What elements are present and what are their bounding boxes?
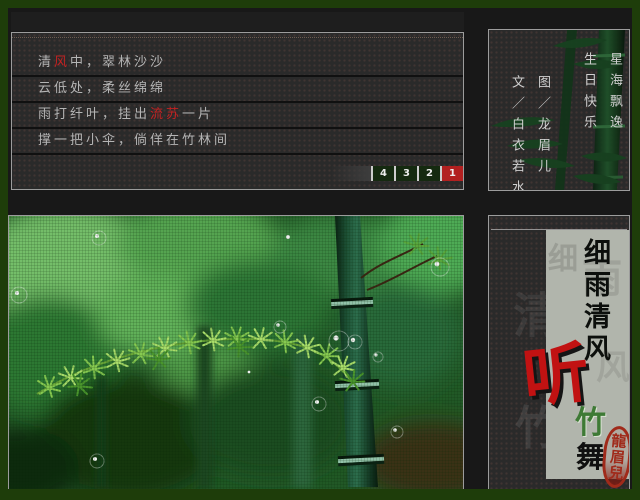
credits-panel: 星海飘逸 生日快乐 图／龙眉儿 文／白衣若水: [488, 29, 630, 191]
bamboo-photo: [8, 194, 505, 489]
credit-col-starsea: 星海飘逸: [607, 52, 622, 136]
poem-line-1[interactable]: 清风中，翠林沙沙: [12, 51, 463, 77]
calligraphy-listen-char: 听: [519, 332, 593, 418]
bamboo-char: 竹: [575, 405, 606, 441]
poem-text: 清: [38, 55, 55, 70]
poem-panel: 清风中，翠林沙沙 云低处，柔丝绵绵 雨打纤叶，挂出流苏一片 撑一把小伞，倘佯在竹…: [11, 32, 464, 190]
page-button-1-active[interactable]: 1: [440, 166, 463, 181]
page-button-2[interactable]: 2: [417, 166, 440, 181]
poem-text: 云低处，柔丝绵绵: [38, 81, 167, 96]
poem-list: 清风中，翠林沙沙 云低处，柔丝绵绵 雨打纤叶，挂出流苏一片 撑一把小伞，倘佯在竹…: [12, 37, 463, 155]
pagination: 4 3 2 1: [331, 166, 463, 181]
ghost-char-xi: 细: [548, 242, 578, 277]
credit-col-image-by: 图／龙眉儿: [535, 75, 550, 180]
page-frame: 清风中，翠林沙沙 云低处，柔丝绵绵 雨打纤叶，挂出流苏一片 撑一把小伞，倘佯在竹…: [0, 0, 640, 500]
credit-col-text-by: 文／白衣若水: [509, 75, 524, 191]
photo-panel: [8, 194, 505, 489]
poem-highlight: 风: [54, 55, 71, 70]
top-strip: [11, 12, 464, 31]
poem-text: 中，翠林沙沙: [70, 55, 167, 70]
poem-highlight: 流苏: [150, 107, 183, 122]
poem-text: 雨打纤叶，挂出: [38, 107, 151, 122]
pagination-fade: [331, 166, 371, 181]
poem-line-3[interactable]: 雨打纤叶，挂出流苏一片: [12, 103, 463, 129]
poem-line-4[interactable]: 撑一把小伞，倘佯在竹林间: [12, 129, 463, 155]
page-button-4[interactable]: 4: [371, 166, 394, 181]
dance-char: 舞: [576, 440, 606, 474]
credit-col-birthday: 生日快乐: [581, 52, 596, 136]
page-button-3[interactable]: 3: [394, 166, 417, 181]
banner-panel: 清 竹 细 雨 风 细雨清风 听 竹 舞 龍眉兒: [488, 215, 630, 489]
poem-line-2[interactable]: 云低处，柔丝绵绵: [12, 77, 463, 103]
poem-text: 撑一把小伞，倘佯在竹林间: [38, 133, 231, 148]
poem-text: 一片: [182, 107, 215, 122]
